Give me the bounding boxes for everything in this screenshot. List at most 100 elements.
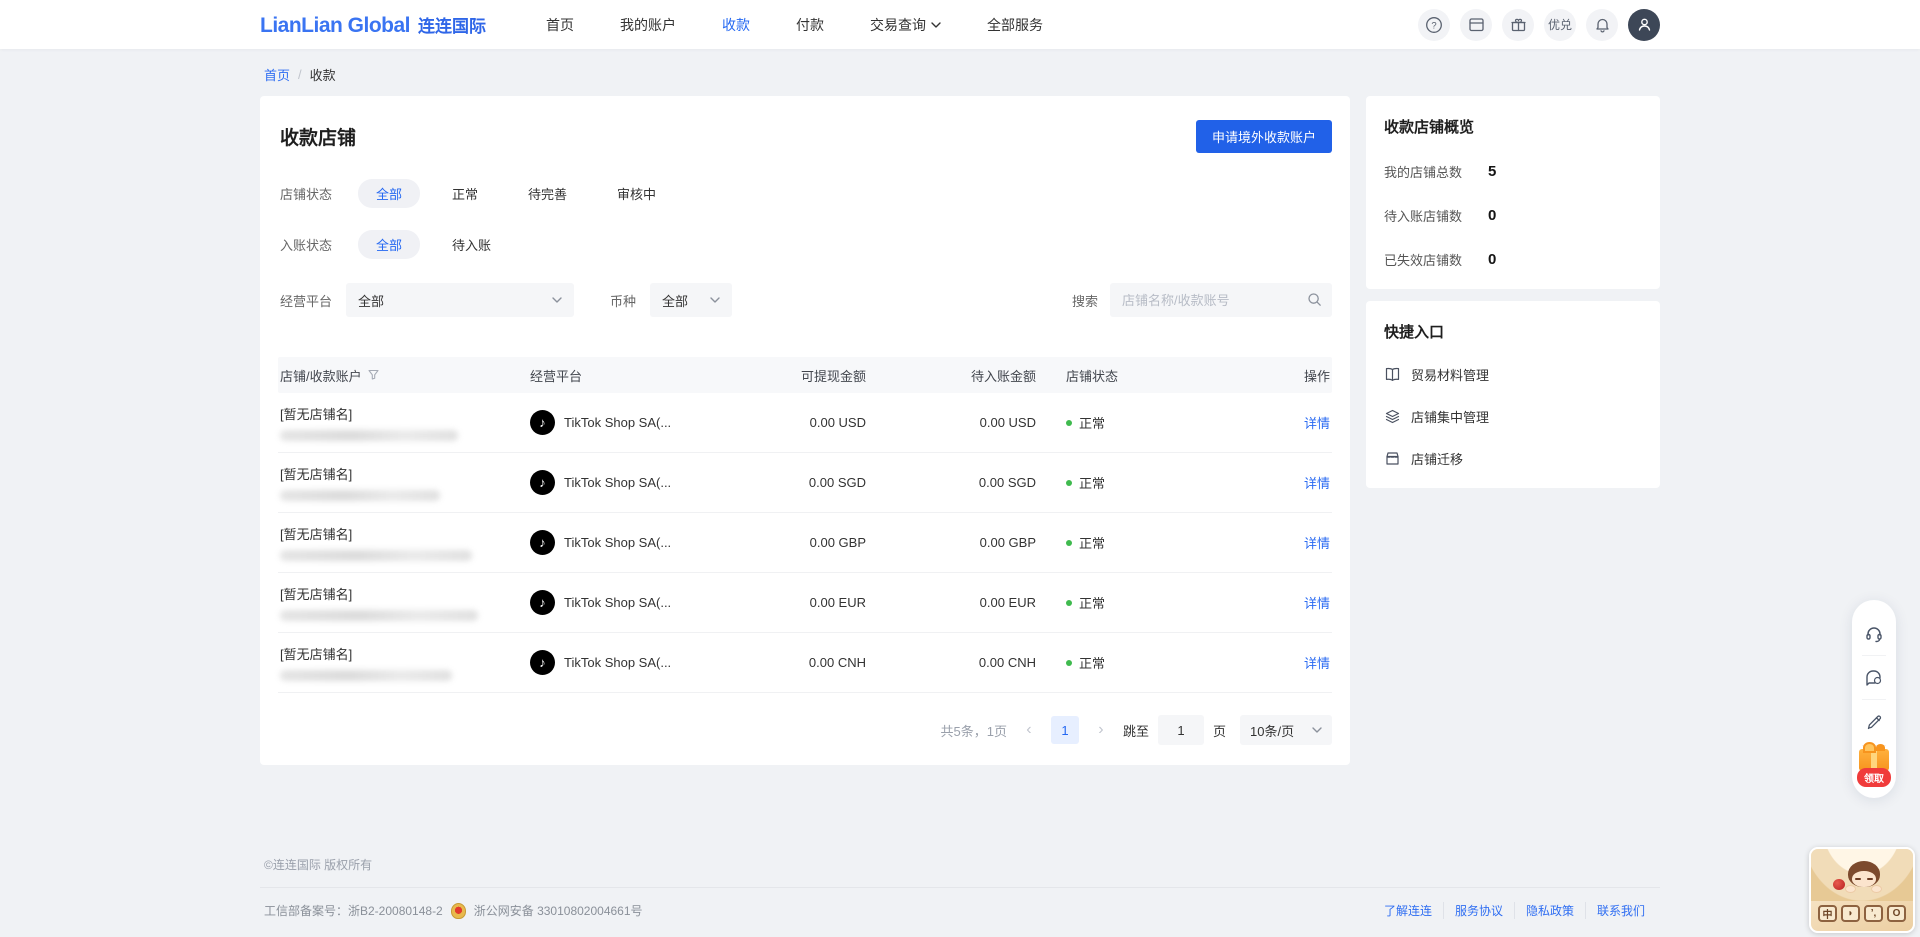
icp-record-number: 工信部备案号：浙B2-20080148-2	[264, 902, 443, 919]
customer-service-headset-icon[interactable]	[1852, 612, 1896, 656]
footer-link-about[interactable]: 了解连连	[1373, 902, 1443, 919]
withdrawable-amount: 0.00 GBP	[718, 535, 868, 550]
footer-link-terms[interactable]: 服务协议	[1443, 902, 1514, 919]
help-icon[interactable]: ?	[1418, 9, 1450, 41]
pending-amount: 0.00 EUR	[868, 595, 1038, 610]
quick-link-trade-materials[interactable]: 贸易材料管理	[1384, 365, 1642, 384]
shop-status-option-reviewing[interactable]: 审核中	[599, 179, 674, 208]
lianlian-logo[interactable]: LianLian Global 连连国际	[260, 12, 486, 38]
bell-icon[interactable]	[1586, 9, 1618, 41]
ime-fullwidth-toggle[interactable]: ◗	[1841, 905, 1860, 922]
next-page-button[interactable]: ›	[1093, 721, 1109, 739]
col-status: 店铺状态	[1038, 366, 1208, 385]
feedback-pencil-icon[interactable]	[1852, 700, 1896, 744]
nav-item-home[interactable]: 首页	[546, 15, 574, 35]
table-row: [暂无店铺名] ♪ TikTok Shop SA(... 0.00 CNH 0.…	[278, 633, 1332, 693]
nav-item-transactions[interactable]: 交易查询	[870, 15, 941, 35]
platform-select-value: 全部	[358, 291, 384, 310]
reward-gift-button[interactable]: 领取	[1852, 746, 1896, 790]
nav-item-receive[interactable]: 收款	[722, 15, 750, 35]
currency-select-value: 全部	[662, 291, 688, 310]
detail-link[interactable]: 详情	[1304, 476, 1330, 491]
search-input[interactable]	[1110, 283, 1332, 317]
table-row: [暂无店铺名] ♪ TikTok Shop SA(... 0.00 USD 0.…	[278, 393, 1332, 453]
breadcrumb-home-link[interactable]: 首页	[264, 65, 290, 84]
pending-amount: 0.00 CNH	[868, 655, 1038, 670]
platform-select[interactable]: 全部	[346, 283, 574, 317]
platform-name: TikTok Shop SA(...	[564, 535, 671, 550]
overview-value: 0	[1488, 251, 1496, 268]
quick-link-shop-migration[interactable]: 店铺迁移	[1384, 449, 1642, 468]
status-dot	[1066, 540, 1072, 546]
tiktok-icon: ♪	[530, 590, 555, 615]
prev-page-button[interactable]: ‹	[1021, 721, 1037, 739]
overview-value: 0	[1488, 207, 1496, 224]
overview-item: 已失效店铺数 0	[1384, 250, 1642, 269]
ime-shape-toggle[interactable]: O	[1887, 905, 1906, 922]
ime-widget: 中 ◗ ’, O	[1809, 847, 1915, 933]
detail-link[interactable]: 详情	[1304, 656, 1330, 671]
pending-amount: 0.00 GBP	[868, 535, 1038, 550]
col-platform: 经营平台	[528, 366, 718, 385]
footer: ©连连国际 版权所有 工信部备案号：浙B2-20080148-2 浙公网安备 3…	[0, 856, 1920, 937]
shop-status-label: 店铺状态	[280, 184, 358, 203]
shop-status-option-all[interactable]: 全部	[358, 179, 420, 208]
calendar-icon[interactable]	[1460, 9, 1492, 41]
platform-name: TikTok Shop SA(...	[564, 655, 671, 670]
page-size-select[interactable]: 10条/页	[1240, 715, 1332, 745]
shop-name: [暂无店铺名]	[280, 404, 526, 423]
col-withdrawable: 可提现金额	[718, 366, 868, 385]
footer-links: 了解连连 服务协议 隐私政策 联系我们	[1373, 902, 1656, 919]
youdui-badge[interactable]: 优兑	[1544, 9, 1576, 41]
detail-link[interactable]: 详情	[1304, 536, 1330, 551]
withdrawable-amount: 0.00 CNH	[718, 655, 868, 670]
platform-name: TikTok Shop SA(...	[564, 475, 671, 490]
search-label: 搜索	[1072, 291, 1098, 310]
overview-card: 收款店铺概览 我的店铺总数 5 待入账店铺数 0 已失效店铺数 0	[1366, 96, 1660, 289]
detail-link[interactable]: 详情	[1304, 596, 1330, 611]
receive-shops-card: 收款店铺 申请境外收款账户 店铺状态 全部 正常 待完善 审核中 入账状态 全	[260, 96, 1350, 765]
gift-icon[interactable]	[1502, 9, 1534, 41]
page-1-button[interactable]: 1	[1051, 716, 1079, 744]
quick-link-shop-central-management[interactable]: 店铺集中管理	[1384, 407, 1642, 426]
filter-funnel-icon[interactable]	[368, 368, 379, 383]
shop-name: [暂无店铺名]	[280, 524, 526, 543]
detail-link[interactable]: 详情	[1304, 416, 1330, 431]
entry-status-option-all[interactable]: 全部	[358, 230, 420, 259]
pending-amount: 0.00 SGD	[868, 475, 1038, 490]
status-dot	[1066, 660, 1072, 666]
currency-select[interactable]: 全部	[650, 283, 732, 317]
chat-icon[interactable]	[1852, 656, 1896, 700]
table-row: [暂无店铺名] ♪ TikTok Shop SA(... 0.00 GBP 0.…	[278, 513, 1332, 573]
shop-status-filter-row: 店铺状态 全部 正常 待完善 审核中	[278, 179, 1332, 208]
right-sidebar: 收款店铺概览 我的店铺总数 5 待入账店铺数 0 已失效店铺数 0	[1366, 96, 1660, 488]
ime-lang-toggle[interactable]: 中	[1818, 905, 1837, 922]
redacted-company-name	[280, 490, 440, 501]
nav-item-account[interactable]: 我的账户	[620, 15, 676, 35]
quick-link-label: 贸易材料管理	[1411, 365, 1489, 384]
footer-link-privacy[interactable]: 隐私政策	[1514, 902, 1585, 919]
shop-status-option-incomplete[interactable]: 待完善	[510, 179, 585, 208]
user-avatar[interactable]	[1628, 9, 1660, 41]
apply-overseas-account-button[interactable]: 申请境外收款账户	[1196, 120, 1332, 153]
jump-page-input[interactable]	[1158, 715, 1204, 745]
col-shop-account: 店铺/收款账户	[280, 366, 362, 385]
logo-text-en: LianLian Global	[260, 14, 410, 38]
chevron-down-icon	[710, 297, 720, 303]
status-text: 正常	[1079, 653, 1105, 672]
nav-item-pay[interactable]: 付款	[796, 15, 824, 35]
entry-status-filter-row: 入账状态 全部 待入账	[278, 230, 1332, 259]
tiktok-icon: ♪	[530, 530, 555, 555]
ime-punctuation-toggle[interactable]: ’,	[1864, 905, 1883, 922]
footer-link-contact[interactable]: 联系我们	[1585, 902, 1656, 919]
nav-item-all-services[interactable]: 全部服务	[987, 15, 1043, 35]
entry-status-option-pending[interactable]: 待入账	[434, 230, 509, 259]
search-icon[interactable]	[1307, 292, 1322, 310]
shop-status-option-normal[interactable]: 正常	[434, 179, 496, 208]
status-text: 正常	[1079, 473, 1105, 492]
shops-table: 店铺/收款账户 经营平台 可提现金额 待入账金额 店铺状态 操作	[278, 357, 1332, 693]
currency-label: 币种	[610, 291, 636, 310]
page-unit-label: 页	[1213, 721, 1226, 740]
book-icon	[1384, 366, 1401, 383]
layers-icon	[1384, 408, 1401, 425]
